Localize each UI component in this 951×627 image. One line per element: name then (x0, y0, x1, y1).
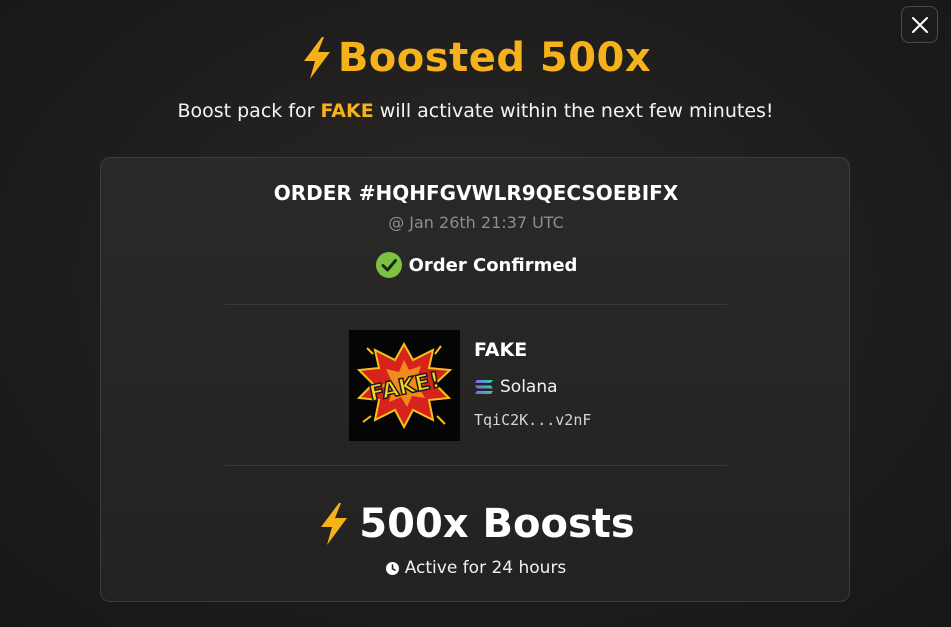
token-name: FAKE (474, 339, 528, 361)
boost-duration-label: Active for 24 hours (404, 558, 567, 578)
solana-icon (475, 380, 493, 394)
boost-summary: 500x Boosts (101, 496, 851, 552)
token-image: FAKE! (349, 330, 460, 441)
order-status-label: Order Confirmed (408, 254, 578, 276)
token-chain: Solana (474, 377, 558, 397)
order-status: Order Confirmed (101, 251, 851, 279)
fake-comic-logo-icon: FAKE! (356, 341, 453, 430)
chain-name: Solana (500, 377, 558, 397)
order-timestamp: @ Jan 26th 21:37 UTC (388, 213, 564, 232)
clock-icon (385, 561, 399, 575)
lightning-bolt-icon (303, 37, 330, 79)
boost-duration: Active for 24 hours (101, 558, 851, 578)
divider (225, 304, 727, 305)
order-card: ORDER #HQHFGVWLR9QECSOEBIFX @ Jan 26th 2… (100, 157, 850, 602)
notice-prefix: Boost pack for (177, 100, 321, 122)
check-circle-icon (375, 252, 402, 278)
boost-count: 500x Boosts (359, 501, 635, 547)
page-title-text: Boosted 500x (337, 35, 652, 81)
notice-suffix: will activate within the next few minute… (373, 100, 774, 122)
divider (225, 465, 727, 466)
page-title: Boosted 500x (0, 30, 951, 86)
lightning-bolt-icon (321, 503, 348, 545)
token-address[interactable]: TqiC2K...v2nF (474, 411, 591, 429)
activation-notice: Boost pack for FAKE will activate within… (0, 100, 951, 122)
notice-token-name: FAKE (320, 100, 374, 122)
order-id: ORDER #HQHFGVWLR9QECSOEBIFX (273, 181, 679, 205)
